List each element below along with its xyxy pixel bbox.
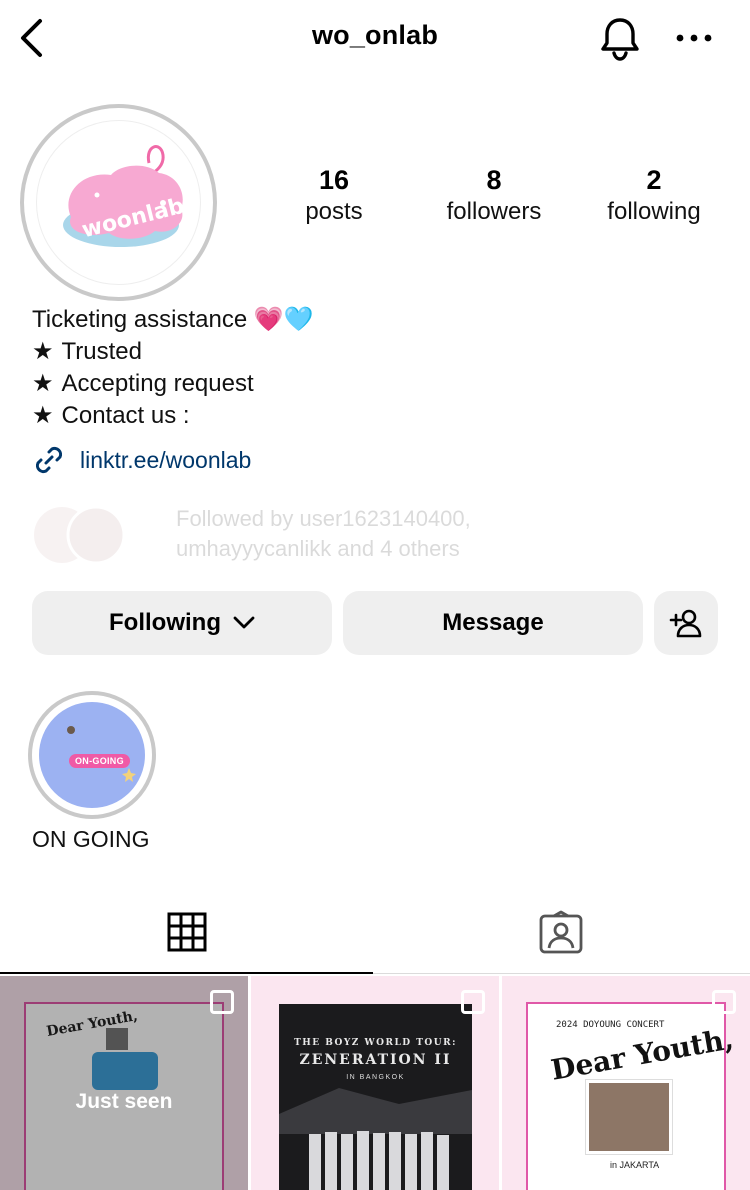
add-user-icon	[669, 609, 702, 638]
posts-grid: Dear Youth, Just seen THE BOYZ WORLD TOU…	[0, 976, 750, 1190]
bio-link-text: linktr.ee/woonlab	[80, 446, 252, 473]
tab-posts-grid[interactable]	[0, 888, 373, 974]
suggested-users-button[interactable]	[654, 591, 718, 655]
message-button[interactable]: Message	[343, 591, 643, 655]
message-button-label: Message	[442, 609, 544, 636]
top-bar: wo_onlab	[0, 0, 750, 78]
tagged-user-icon	[539, 910, 583, 954]
bell-icon	[601, 18, 639, 61]
multiple-images-icon	[712, 990, 736, 1014]
bio-link[interactable]: linktr.ee/woonlab	[32, 442, 251, 478]
multiple-images-icon	[210, 990, 234, 1014]
mutual-followers[interactable]: Followed by user1623140400, umhayyycanli…	[32, 500, 732, 568]
post-thumbnail[interactable]: Dear Youth, Just seen	[0, 976, 248, 1190]
posts-number: 16	[318, 165, 350, 195]
profile-avatar[interactable]: woonlab	[20, 104, 217, 301]
woonlab-logo-icon: woonlab	[63, 145, 187, 247]
bio-line: ★ Trusted	[32, 336, 314, 368]
mutual-avatars-icon	[34, 506, 126, 564]
bio-line: ★ Accepting request	[32, 368, 314, 400]
star-icon: ★	[32, 338, 54, 365]
star-icon: ★	[32, 370, 54, 397]
mutual-line: Followed by user1623140400,	[176, 506, 471, 531]
followers-number: 8	[486, 165, 502, 195]
bio-text: Contact us :	[61, 402, 190, 429]
posts-label: posts	[305, 198, 363, 225]
following-count[interactable]: 2 following	[574, 164, 734, 228]
story-highlight[interactable]: ON-GOING	[28, 691, 156, 819]
post-subtitle: 2024 DOYOUNG CONCERT	[556, 1020, 665, 1030]
post-thumbnail[interactable]: 2024 DOYOUNG CONCERT Dear Youth, in JAKA…	[502, 976, 750, 1190]
following-button[interactable]: Following	[32, 591, 332, 655]
post-thumbnail[interactable]: THE BOYZ WORLD TOUR: ZENERATION II IN BA…	[251, 976, 499, 1190]
highlight-badge: ON-GOING	[69, 754, 130, 768]
mutual-line: umhayyycanlikk and 4 others	[176, 536, 460, 561]
chevron-down-icon	[233, 616, 255, 629]
link-icon	[35, 446, 63, 474]
posts-count: 16 posts	[254, 164, 414, 228]
post-location: in JAKARTA	[610, 1160, 660, 1170]
followers-label: followers	[446, 198, 542, 225]
bio-line: ★ Contact us :	[32, 400, 314, 432]
bio-line: Ticketing assistance 💗🩵	[32, 304, 314, 336]
highlight-cover: ON-GOING	[39, 702, 145, 808]
tab-tagged[interactable]	[375, 888, 750, 974]
following-number: 2	[646, 165, 662, 195]
just-seen-label: Just seen	[75, 1090, 173, 1113]
mutual-text: Followed by user1623140400, umhayyycanli…	[176, 504, 471, 564]
more-horizontal-icon	[676, 34, 712, 42]
grid-icon	[167, 912, 207, 952]
avatar-image: woonlab	[36, 120, 201, 285]
highlight-label: ON GOING	[32, 826, 150, 852]
multiple-images-icon	[461, 990, 485, 1014]
more-options-button[interactable]	[672, 22, 716, 54]
poster-group-photo	[279, 1088, 472, 1190]
profile-bio: Ticketing assistance 💗🩵 ★ Trusted ★ Accept…	[32, 304, 314, 432]
bio-text: Ticketing assistance	[32, 306, 248, 333]
notifications-button[interactable]	[596, 14, 644, 62]
post-photo	[586, 1080, 672, 1154]
post-poster: THE BOYZ WORLD TOUR: ZENERATION II IN BA…	[279, 1004, 472, 1190]
followers-count[interactable]: 8 followers	[414, 164, 574, 228]
active-tab-indicator	[0, 972, 373, 974]
bio-text: Accepting request	[61, 370, 254, 397]
star-icon: ★	[32, 402, 54, 429]
bio-text: Trusted	[61, 338, 142, 365]
following-label: following	[607, 198, 701, 225]
heart-emoji: 💗🩵	[253, 306, 314, 333]
following-button-label: Following	[109, 609, 221, 636]
profile-tabs	[0, 888, 750, 974]
